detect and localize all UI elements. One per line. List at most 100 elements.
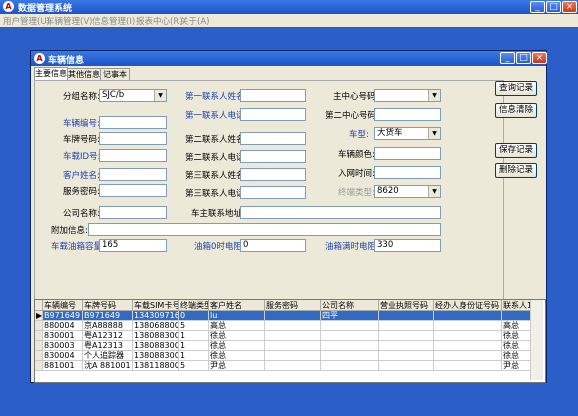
extra-info-input[interactable] bbox=[88, 223, 441, 236]
table-cell[interactable]: 粤A12313 bbox=[83, 341, 133, 351]
table-cell[interactable] bbox=[379, 341, 434, 351]
table-cell[interactable] bbox=[379, 361, 434, 371]
tank-capacity-input[interactable]: 165 bbox=[99, 239, 167, 252]
table-cell[interactable] bbox=[379, 321, 434, 331]
table-cell[interactable]: 5 bbox=[179, 321, 209, 331]
table-cell[interactable]: B971649 bbox=[43, 311, 83, 321]
table-cell[interactable]: 13806880001 bbox=[133, 321, 179, 331]
table-cell[interactable]: 徐总 bbox=[209, 341, 265, 351]
table-cell[interactable] bbox=[321, 361, 379, 371]
table-cell[interactable]: 京A88888 bbox=[83, 321, 133, 331]
table-cell[interactable] bbox=[379, 331, 434, 341]
owner-address-input[interactable] bbox=[240, 206, 441, 219]
maximize-button[interactable]: □ bbox=[546, 1, 561, 13]
table-cell[interactable] bbox=[321, 321, 379, 331]
table-cell[interactable] bbox=[434, 321, 502, 331]
empty-resistance-input[interactable]: 0 bbox=[240, 239, 306, 252]
contact1-name-input[interactable] bbox=[240, 89, 306, 102]
table-cell[interactable] bbox=[265, 341, 321, 351]
table-cell[interactable] bbox=[265, 351, 321, 361]
menu-info[interactable]: 信息管理(I) bbox=[92, 15, 135, 27]
grid-header[interactable]: 客户姓名 bbox=[209, 300, 265, 311]
child-close-button[interactable]: × bbox=[532, 52, 547, 64]
query-button[interactable]: 查询记录 bbox=[495, 81, 537, 96]
table-row[interactable]: 881001沈A 881001138118800015尹总尹总 bbox=[35, 361, 545, 371]
table-row[interactable]: 830003粤A12313138088300031徐总徐总 bbox=[35, 341, 545, 351]
table-cell[interactable]: 尹总 bbox=[209, 361, 265, 371]
menu-about[interactable]: 关于(A) bbox=[180, 15, 209, 27]
table-cell[interactable] bbox=[434, 361, 502, 371]
grid-header[interactable]: 终端类型 bbox=[179, 300, 209, 311]
table-row[interactable]: 880004京A88888138068800015高总高总 bbox=[35, 321, 545, 331]
grid-header[interactable]: 车辆编号 bbox=[43, 300, 83, 311]
table-row[interactable]: 830004个人追踪器138088300041徐总徐总 bbox=[35, 351, 545, 361]
table-cell[interactable]: B971649 bbox=[83, 311, 133, 321]
vehicle-type-select[interactable]: 大货车 ▼ bbox=[374, 127, 441, 140]
table-cell[interactable]: 13808830004 bbox=[133, 351, 179, 361]
tab-notepad[interactable]: 记事本 bbox=[100, 68, 130, 80]
plate-input[interactable] bbox=[99, 132, 167, 145]
main-center-select[interactable]: ▼ bbox=[374, 89, 441, 102]
full-resistance-input[interactable]: 330 bbox=[374, 239, 441, 252]
contact2-tel-input[interactable] bbox=[240, 150, 306, 163]
group-select[interactable]: SJC/b ▼ bbox=[99, 89, 167, 102]
table-cell[interactable]: 13811880001 bbox=[133, 361, 179, 371]
table-cell[interactable]: 13808830003 bbox=[133, 341, 179, 351]
table-cell[interactable]: 830004 bbox=[43, 351, 83, 361]
table-cell[interactable] bbox=[434, 341, 502, 351]
company-input[interactable] bbox=[99, 206, 167, 219]
minimize-button[interactable]: _ bbox=[530, 1, 545, 13]
table-cell[interactable] bbox=[321, 331, 379, 341]
table-cell[interactable]: 高总 bbox=[209, 321, 265, 331]
menu-user[interactable]: 用户管理(U) bbox=[3, 15, 50, 27]
table-cell[interactable] bbox=[434, 311, 502, 321]
contact2-name-input[interactable] bbox=[240, 132, 306, 145]
grid-vertical-scrollbar[interactable] bbox=[530, 300, 543, 380]
table-cell[interactable] bbox=[379, 351, 434, 361]
entry-time-input[interactable] bbox=[374, 166, 441, 179]
vehicle-no-input[interactable] bbox=[99, 116, 167, 129]
tab-other-info[interactable]: 其他信息 bbox=[67, 68, 101, 80]
table-cell[interactable]: 830003 bbox=[43, 341, 83, 351]
grid-header[interactable]: 公司名称 bbox=[321, 300, 379, 311]
table-cell[interactable]: 1 bbox=[179, 341, 209, 351]
table-row[interactable]: ▶B971649B971649134309716490lu四平 bbox=[35, 311, 545, 321]
grid-header[interactable]: 营业执照号码 bbox=[379, 300, 434, 311]
grid-header[interactable]: 服务密码 bbox=[265, 300, 321, 311]
table-cell[interactable] bbox=[434, 351, 502, 361]
table-cell[interactable]: 徐总 bbox=[209, 331, 265, 341]
tab-main-info[interactable]: 主要信息 bbox=[34, 67, 68, 80]
table-cell[interactable]: 1 bbox=[179, 331, 209, 341]
table-cell[interactable]: 徐总 bbox=[209, 351, 265, 361]
menu-report[interactable]: 报表中心(R) bbox=[136, 15, 183, 27]
grid-header[interactable]: 车载SIM卡号 bbox=[133, 300, 179, 311]
close-button[interactable]: × bbox=[562, 1, 577, 13]
table-cell[interactable]: 13808830001 bbox=[133, 331, 179, 341]
grid-header[interactable]: 经办人身份证号码 bbox=[434, 300, 502, 311]
grid-header[interactable]: 车牌号码 bbox=[83, 300, 133, 311]
clear-button[interactable]: 信息清除 bbox=[495, 103, 537, 118]
table-cell[interactable]: 881001 bbox=[43, 361, 83, 371]
table-row[interactable]: 830001粤A12312138088300011徐总徐总 bbox=[35, 331, 545, 341]
table-cell[interactable]: 5 bbox=[179, 361, 209, 371]
table-cell[interactable] bbox=[379, 311, 434, 321]
second-center-input[interactable] bbox=[374, 108, 441, 121]
vehicle-id-input[interactable] bbox=[99, 149, 167, 162]
table-cell[interactable]: 个人追踪器 bbox=[83, 351, 133, 361]
menu-vehicle[interactable]: 车辆管理(V) bbox=[46, 15, 92, 27]
table-cell[interactable]: 1 bbox=[179, 351, 209, 361]
contact3-tel-input[interactable] bbox=[240, 186, 306, 199]
table-cell[interactable]: 13430971649 bbox=[133, 311, 179, 321]
vehicle-grid[interactable]: 车辆编号 车牌号码 车载SIM卡号 终端类型 客户姓名 服务密码 公司名称 营业… bbox=[34, 299, 546, 383]
table-cell[interactable] bbox=[265, 321, 321, 331]
table-cell[interactable] bbox=[265, 331, 321, 341]
table-cell[interactable]: 粤A12312 bbox=[83, 331, 133, 341]
vehicle-color-input[interactable] bbox=[374, 147, 441, 160]
table-cell[interactable]: 0 bbox=[179, 311, 209, 321]
contact3-name-input[interactable] bbox=[240, 168, 306, 181]
delete-button[interactable]: 删除记录 bbox=[495, 163, 537, 178]
save-button[interactable]: 保存记录 bbox=[495, 143, 537, 158]
table-cell[interactable]: lu bbox=[209, 311, 265, 321]
child-minimize-button[interactable]: _ bbox=[500, 52, 515, 64]
terminal-type-select[interactable]: 8620 ▼ bbox=[374, 185, 441, 198]
